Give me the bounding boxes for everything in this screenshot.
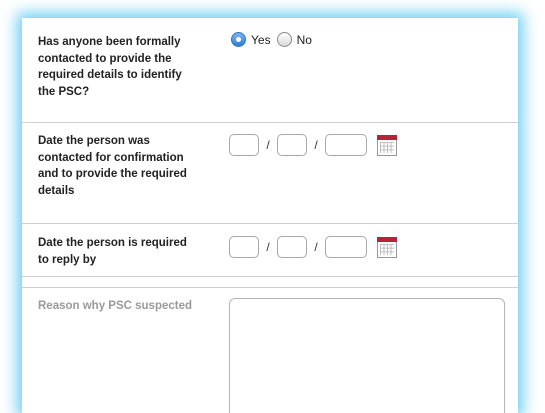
- reply-by-year-input[interactable]: [325, 236, 367, 258]
- psc-contacted-label: Has anyone been formally contacted to pr…: [38, 36, 182, 98]
- reply-by-date-label: Date the person is required to reply by: [38, 237, 187, 266]
- reason-label: Reason why PSC suspected: [38, 300, 193, 312]
- calendar-icon[interactable]: [377, 236, 397, 258]
- calendar-icon-grid: [380, 141, 394, 153]
- section-divider: [22, 277, 518, 288]
- calendar-icon-grid: [380, 243, 394, 255]
- calendar-icon-header: [377, 236, 397, 242]
- contact-date-month-input[interactable]: [277, 134, 307, 156]
- date-separator: /: [314, 138, 318, 152]
- contact-date-day-input[interactable]: [229, 134, 259, 156]
- date-separator: /: [266, 138, 270, 152]
- reply-by-day-input[interactable]: [229, 236, 259, 258]
- date-separator: /: [314, 240, 318, 254]
- reason-textarea[interactable]: [229, 298, 505, 413]
- reply-by-date-inputs: / /: [229, 236, 397, 258]
- contact-date-row: Date the person was contacted for confir…: [22, 123, 518, 224]
- form-panel: Has anyone been formally contacted to pr…: [22, 18, 518, 413]
- no-radio-label[interactable]: No: [297, 33, 312, 47]
- calendar-icon[interactable]: [377, 134, 397, 156]
- yes-radio[interactable]: [231, 32, 246, 47]
- reply-by-month-input[interactable]: [277, 236, 307, 258]
- psc-contacted-radio-group: Yes No: [231, 32, 318, 47]
- yes-radio-label[interactable]: Yes: [251, 33, 271, 47]
- calendar-icon-header: [377, 134, 397, 140]
- contact-date-inputs: / /: [229, 134, 397, 156]
- reply-by-date-row: Date the person is required to reply by …: [22, 224, 518, 277]
- date-separator: /: [266, 240, 270, 254]
- contact-date-label: Date the person was contacted for confir…: [38, 135, 187, 197]
- psc-contacted-row: Has anyone been formally contacted to pr…: [22, 18, 518, 123]
- contact-date-year-input[interactable]: [325, 134, 367, 156]
- no-radio[interactable]: [276, 32, 292, 47]
